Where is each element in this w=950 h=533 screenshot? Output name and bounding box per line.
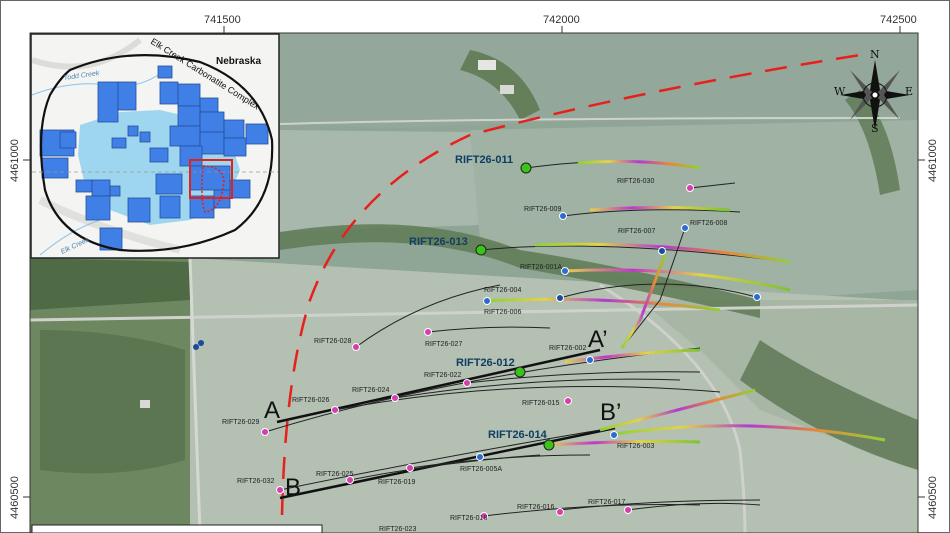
label-rift26-006: RIFT26-006 — [484, 309, 521, 316]
label-rift26-029: RIFT26-029 — [222, 419, 259, 426]
section-label-a: A — [264, 397, 280, 424]
coord-right-4461000: 4461000 — [927, 139, 939, 182]
label-rift26-012: RIFT26-012 — [456, 357, 515, 369]
label-rift26-025: RIFT26-025 — [316, 471, 353, 478]
label-rift26-022: RIFT26-022 — [424, 372, 461, 379]
collar-rift26-017[interactable] — [624, 506, 632, 514]
label-rift26-028: RIFT26-028 — [314, 338, 351, 345]
collar-rift26-028[interactable] — [352, 343, 360, 351]
section-label-b-prime: B’ — [600, 399, 621, 426]
label-rift26-017: RIFT26-017 — [588, 499, 625, 506]
collar-rift26-002[interactable] — [586, 356, 594, 364]
compass-n: N — [870, 48, 880, 61]
coord-right-4460500: 4460500 — [927, 476, 939, 519]
collar-rift26-005a[interactable] — [476, 453, 484, 461]
inset-map: Todd Creek Elk Creek Elk Creek Carbonati… — [30, 33, 280, 259]
label-rift26-014: RIFT26-014 — [488, 429, 548, 441]
collar-rift26-001a[interactable] — [561, 267, 569, 275]
collar-rift26-029[interactable] — [261, 428, 269, 436]
compass-w: W — [834, 85, 846, 98]
label-rift26-027: RIFT26-027 — [425, 341, 462, 348]
label-rift26-026: RIFT26-026 — [292, 397, 329, 404]
label-rift26-001a: RIFT26-001A — [520, 264, 562, 271]
label-rift26-030: RIFT26-030 — [617, 178, 654, 185]
label-rift26-016: RIFT26-016 — [517, 504, 554, 511]
section-label-b: B — [285, 474, 301, 501]
label-rift26-032: RIFT26-032 — [237, 478, 274, 485]
collar-rift26-011[interactable] — [520, 162, 532, 174]
collar-rift26-013[interactable] — [475, 244, 487, 256]
collar-rift26-012[interactable] — [514, 366, 526, 378]
label-rift26-024: RIFT26-024 — [352, 387, 389, 394]
collar-rift26-008[interactable] — [681, 224, 689, 232]
collar-rift26-026[interactable] — [331, 406, 339, 414]
collar-rift26-027[interactable] — [424, 328, 432, 336]
collar-rift26-006[interactable] — [556, 294, 564, 302]
collar-rift26-032[interactable] — [276, 486, 284, 494]
label-rift26-013: RIFT26-013 — [409, 236, 468, 248]
label-rift26-008: RIFT26-008 — [690, 220, 727, 227]
label-rift26-007: RIFT26-007 — [618, 228, 655, 235]
coord-left-4461000: 4461000 — [9, 139, 21, 182]
label-rift26-023: RIFT26-023 — [379, 526, 416, 533]
collar-west-2 — [198, 340, 204, 346]
label-rift26-019: RIFT26-019 — [378, 479, 415, 486]
label-rift26-003: RIFT26-003 — [617, 443, 654, 450]
coord-top-742000: 742000 — [543, 14, 580, 26]
map-canvas: RIFT26-011 RIFT26-013 RIFT26-012 RIFT26-… — [0, 0, 950, 533]
collar-rift26-009[interactable] — [559, 212, 567, 220]
collar-rift26-004[interactable] — [483, 297, 491, 305]
section-label-a-prime: A’ — [588, 326, 608, 353]
collar-rift26-007[interactable] — [658, 247, 666, 255]
collar-rift26-024[interactable] — [391, 394, 399, 402]
label-rift26-004: RIFT26-004 — [484, 287, 521, 294]
inset-state-label: Nebraska — [216, 56, 261, 67]
coord-top-742500: 742500 — [880, 14, 917, 26]
label-rift26-009: RIFT26-009 — [524, 206, 561, 213]
coord-left-4460500: 4460500 — [9, 476, 21, 519]
compass-e: E — [905, 85, 913, 98]
collar-rift26-003[interactable] — [610, 431, 618, 439]
label-rift26-002: RIFT26-002 — [549, 345, 586, 352]
collar-east[interactable] — [753, 293, 761, 301]
label-rift26-018: RIFT26-018 — [450, 515, 487, 522]
label-rift26-011: RIFT26-011 — [455, 154, 513, 166]
collar-west-1 — [193, 344, 199, 350]
label-rift26-005a: RIFT26-005A — [460, 466, 502, 473]
compass-s: S — [871, 122, 879, 135]
collar-rift26-014[interactable] — [543, 439, 555, 451]
coord-top-741500: 741500 — [204, 14, 241, 26]
legend-box — [31, 524, 323, 533]
collar-rift26-019[interactable] — [406, 464, 414, 472]
collar-rift26-015[interactable] — [564, 397, 572, 405]
collar-rift26-030[interactable] — [686, 184, 694, 192]
collar-rift26-016[interactable] — [556, 508, 564, 516]
map-frame: RIFT26-011 RIFT26-013 RIFT26-012 RIFT26-… — [0, 0, 950, 533]
collar-rift26-022[interactable] — [463, 379, 471, 387]
label-rift26-015: RIFT26-015 — [522, 400, 559, 407]
